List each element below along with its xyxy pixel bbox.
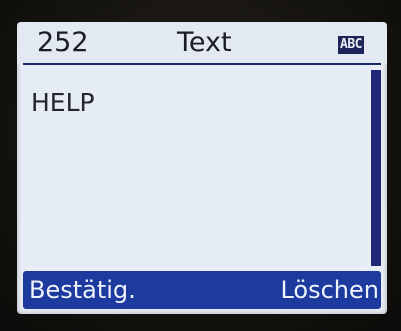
header-divider [23,63,381,65]
delete-softkey[interactable]: Löschen [280,275,379,305]
screen-title: Text [177,27,232,58]
message-number: 252 [37,27,89,58]
scrollbar[interactable] [371,70,381,266]
phone-screen: 252 Text ABC HELP Bestätig. Löschen [17,22,387,314]
softkey-bar: Bestätig. Löschen [23,271,381,309]
confirm-softkey[interactable]: Bestätig. [29,275,136,305]
phone-device: 252 Text ABC HELP Bestätig. Löschen [0,0,401,331]
screen-header: 252 Text ABC [17,22,387,64]
abc-input-mode-icon: ABC [338,36,364,54]
message-text-area[interactable]: HELP [23,68,367,266]
message-text: HELP [31,88,95,117]
